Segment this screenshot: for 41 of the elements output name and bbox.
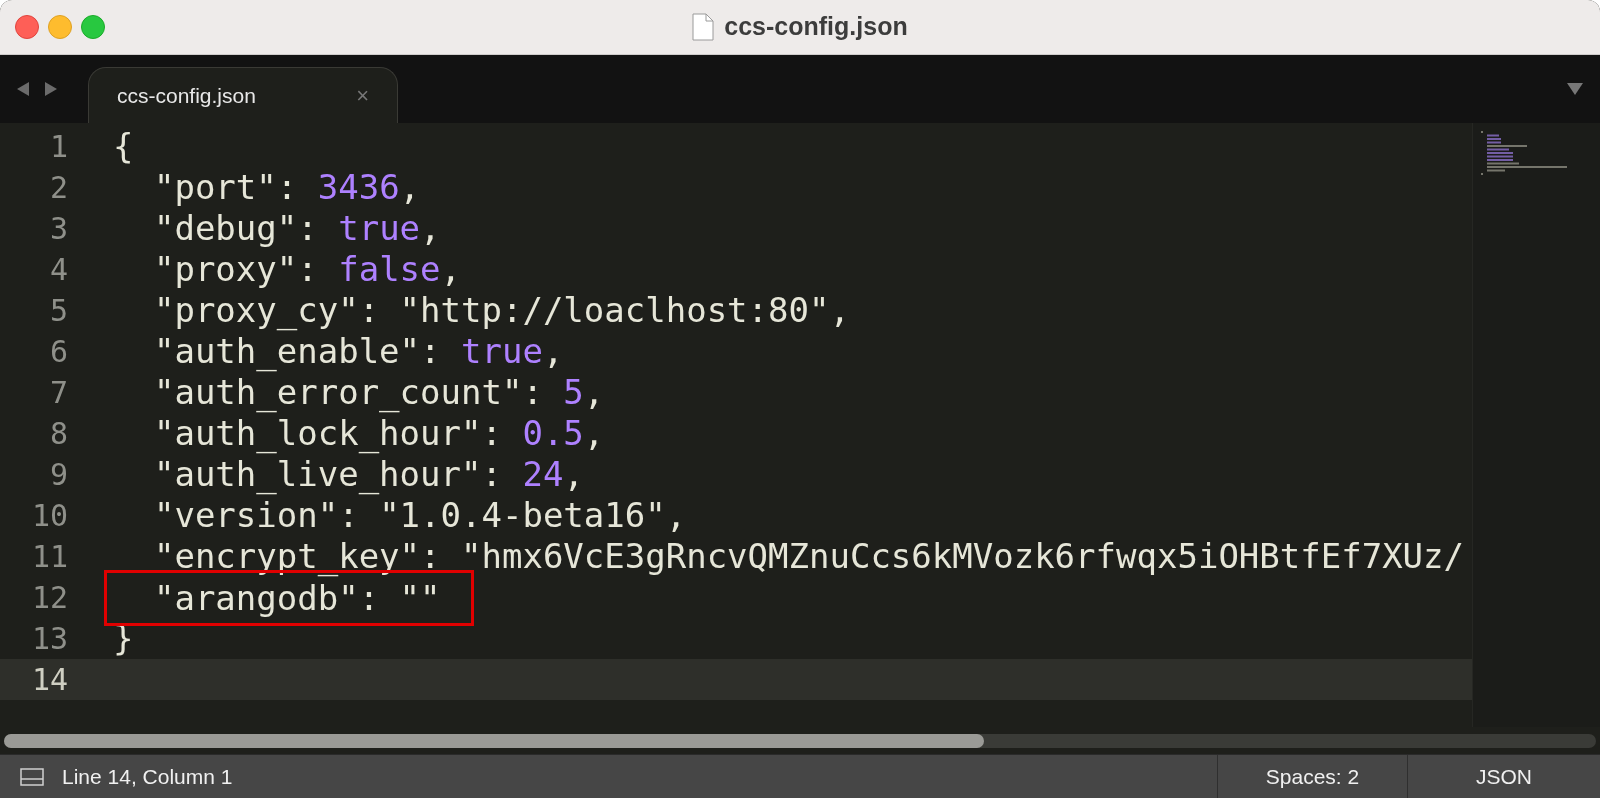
code-line: "auth_lock_hour": 0.5, bbox=[152, 413, 605, 454]
code-line: "auth_enable": true, bbox=[152, 331, 564, 372]
line-number: 6 bbox=[48, 333, 68, 371]
line-number: 4 bbox=[48, 251, 68, 289]
line-number: 9 bbox=[48, 456, 68, 494]
line-number: 2 bbox=[48, 169, 68, 207]
cursor-position: Line 14, Column 1 bbox=[62, 763, 233, 790]
forward-arrow-icon[interactable] bbox=[44, 81, 58, 97]
zoom-window-button[interactable] bbox=[81, 15, 105, 39]
line-number: 5 bbox=[48, 292, 68, 330]
code-line: { bbox=[113, 126, 134, 167]
tab-label: ccs-config.json bbox=[117, 82, 256, 109]
close-window-button[interactable] bbox=[15, 15, 39, 39]
editor-tab[interactable]: ccs-config.json × bbox=[88, 67, 398, 123]
panel-icon[interactable] bbox=[20, 767, 44, 786]
code-line: "auth_error_count": 5, bbox=[152, 372, 605, 413]
code-line: "port": 3436, bbox=[152, 167, 421, 208]
code-line: "proxy": false, bbox=[152, 249, 462, 290]
syntax-setting[interactable]: JSON bbox=[1407, 755, 1600, 798]
window-title: ccs-config.json bbox=[724, 11, 908, 43]
line-number: 12 bbox=[30, 579, 68, 617]
code-line: "proxy_cy": "http://loaclhost:80", bbox=[152, 290, 850, 331]
code-line: "debug": true, bbox=[152, 208, 441, 249]
dropdown-arrow-icon[interactable] bbox=[1566, 82, 1584, 96]
back-arrow-icon[interactable] bbox=[16, 81, 30, 97]
indentation-setting[interactable]: Spaces: 2 bbox=[1217, 755, 1407, 798]
line-number: 14 bbox=[30, 661, 68, 699]
file-icon bbox=[692, 13, 715, 41]
line-number: 7 bbox=[48, 374, 68, 412]
tab-close-button[interactable]: × bbox=[356, 79, 369, 112]
line-number: 11 bbox=[30, 538, 68, 576]
line-number: 13 bbox=[30, 620, 68, 658]
line-number: 3 bbox=[48, 210, 68, 248]
code-line: "version": "1.0.4-beta16", bbox=[152, 495, 687, 536]
code-line: "auth_live_hour": 24, bbox=[152, 454, 584, 495]
code-line: "encrypt_key": "hmx6VcE3gRncvQMZnuCcs6kMVozk6rfwqx5iOHBtfEf7XUz/ bbox=[152, 536, 1465, 577]
line-number: 1 bbox=[48, 128, 68, 166]
code-line: "arangodb": "" bbox=[152, 577, 441, 619]
scrollbar-thumb[interactable] bbox=[4, 733, 984, 748]
line-number: 8 bbox=[48, 415, 68, 453]
line-number: 10 bbox=[30, 497, 68, 535]
